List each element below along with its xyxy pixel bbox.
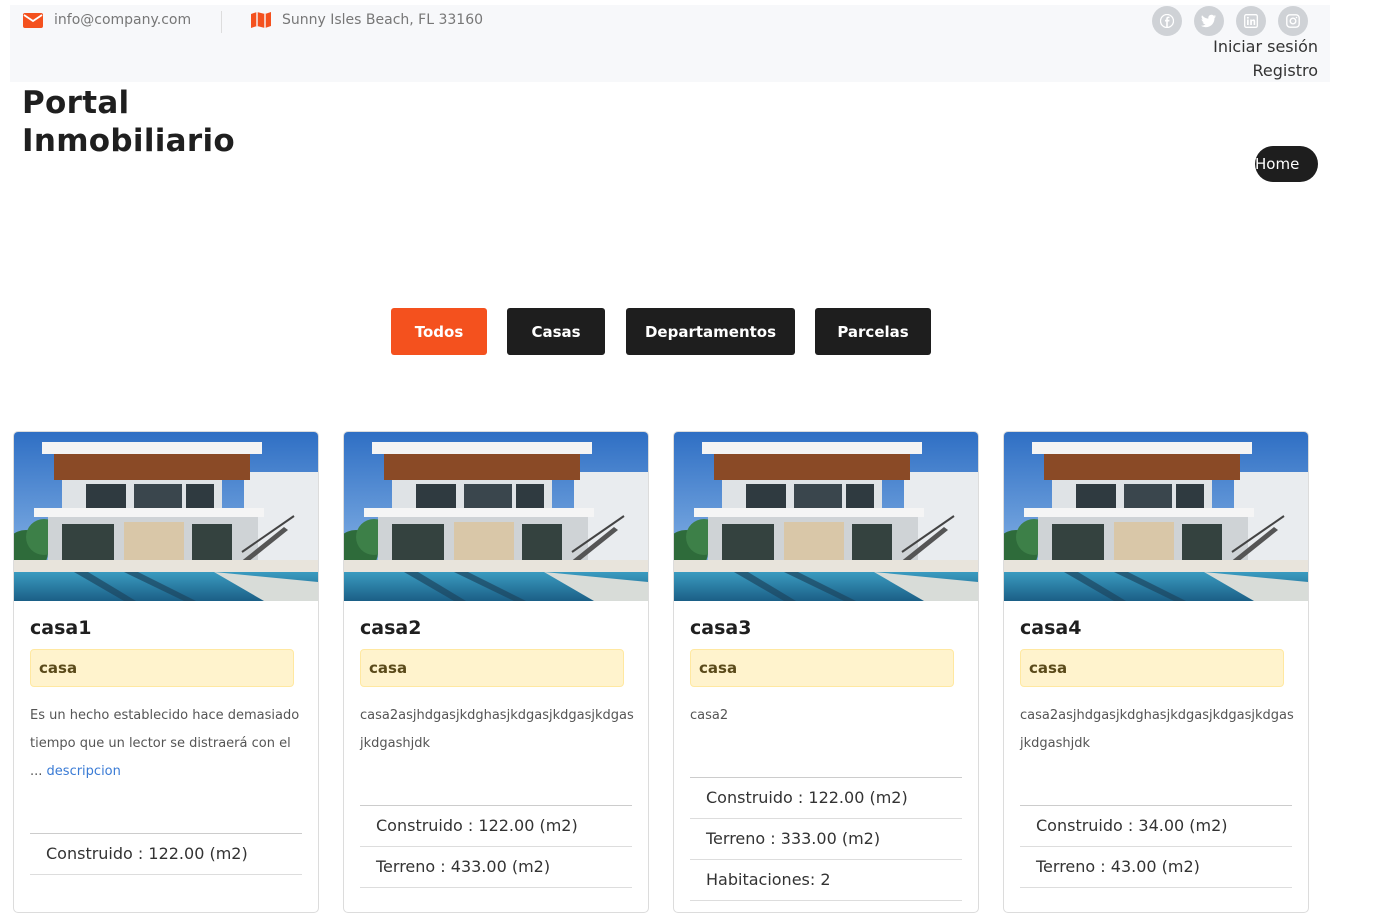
property-title[interactable]: casa2 (360, 617, 421, 639)
site-logo[interactable]: Portal Inmobiliario (22, 84, 282, 160)
map-icon (250, 11, 272, 29)
property-type-badge: casa (690, 649, 954, 687)
social-links (1152, 6, 1308, 36)
property-features: Construido : 122.00 (m2) Terreno : 433.0… (360, 805, 632, 888)
filter-parcelas-button[interactable]: Parcelas (815, 308, 931, 355)
nav-home-button[interactable]: Home (1255, 146, 1318, 182)
feature-land-area: Terreno : 433.00 (m2) (360, 847, 632, 888)
property-description: casa2asjhdgasjkdghasjkdgasjkdgasjkdgasjk… (1020, 702, 1294, 758)
filter-departamentos-button[interactable]: Departamentos (626, 308, 795, 355)
twitter-icon[interactable] (1194, 6, 1224, 36)
property-description-text: casa2asjhdgasjkdghasjkdgasjkdgasjkdgasjk… (360, 708, 634, 751)
property-title[interactable]: casa1 (30, 617, 91, 639)
contact-email-text: info@company.com (54, 12, 192, 28)
envelope-icon (22, 11, 44, 29)
property-features: Construido : 122.00 (m2) Terreno : 333.0… (690, 777, 962, 901)
top-bar: info@company.com Sunny Isles Beach, FL 3… (10, 5, 1330, 82)
property-description: Es un hecho establecido hace demasiado t… (30, 702, 304, 786)
property-type-badge: casa (30, 649, 294, 687)
property-photo[interactable] (14, 432, 318, 601)
feature-land-area: Terreno : 43.00 (m2) (1020, 847, 1292, 888)
feature-built-area: Construido : 122.00 (m2) (30, 834, 302, 875)
property-features: Construido : 34.00 (m2) Terreno : 43.00 … (1020, 805, 1292, 888)
divider (221, 11, 222, 33)
site-logo-line2: Inmobiliario (22, 123, 236, 159)
feature-built-area: Construido : 122.00 (m2) (690, 778, 962, 819)
property-description: casa2 (690, 702, 964, 730)
register-link[interactable]: Registro (1253, 61, 1318, 80)
site-logo-line1: Portal (22, 85, 130, 121)
property-description: casa2asjhdgasjkdghasjkdgasjkdgasjkdgasjk… (360, 702, 634, 758)
property-type-badge: casa (360, 649, 624, 687)
feature-land-area: Terreno : 333.00 (m2) (690, 819, 962, 860)
linkedin-icon[interactable] (1236, 6, 1266, 36)
property-description-text: casa2asjhdgasjkdghasjkdgasjkdgasjkdgasjk… (1020, 708, 1294, 751)
description-link[interactable]: descripcion (47, 764, 121, 779)
property-photo[interactable] (344, 432, 648, 601)
property-description-text: casa2 (690, 708, 729, 723)
property-features: Construido : 122.00 (m2) (30, 833, 302, 875)
feature-rooms: Habitaciones: 2 (690, 860, 962, 901)
property-card[interactable]: casa4 casa casa2asjhdgasjkdghasjkdgasjkd… (1003, 431, 1309, 913)
property-card[interactable]: casa1 casa Es un hecho establecido hace … (13, 431, 319, 913)
instagram-icon[interactable] (1278, 6, 1308, 36)
login-link[interactable]: Iniciar sesión (1213, 37, 1318, 56)
contact-email[interactable]: info@company.com (22, 11, 191, 29)
property-photo[interactable] (674, 432, 978, 601)
contact-address: Sunny Isles Beach, FL 33160 (250, 11, 483, 29)
feature-built-area: Construido : 122.00 (m2) (360, 806, 632, 847)
property-card[interactable]: casa2 casa casa2asjhdgasjkdghasjkdgasjkd… (343, 431, 649, 913)
nav-home-label: Home (1255, 155, 1300, 173)
property-card[interactable]: casa3 casa casa2 Construido : 122.00 (m2… (673, 431, 979, 913)
filter-casas-button[interactable]: Casas (507, 308, 605, 355)
contact-address-text: Sunny Isles Beach, FL 33160 (282, 12, 484, 28)
property-title[interactable]: casa3 (690, 617, 751, 639)
property-photo[interactable] (1004, 432, 1308, 601)
property-type-badge: casa (1020, 649, 1284, 687)
feature-built-area: Construido : 34.00 (m2) (1020, 806, 1292, 847)
filter-todos-button[interactable]: Todos (391, 308, 487, 355)
property-title[interactable]: casa4 (1020, 617, 1081, 639)
facebook-icon[interactable] (1152, 6, 1182, 36)
